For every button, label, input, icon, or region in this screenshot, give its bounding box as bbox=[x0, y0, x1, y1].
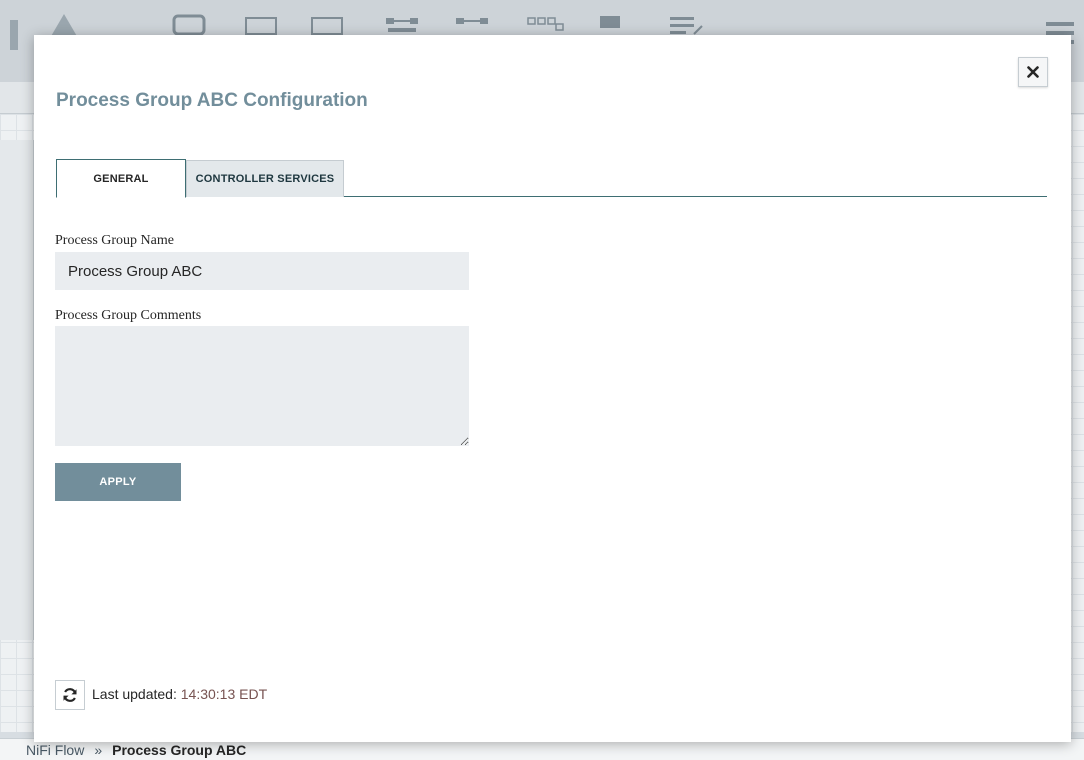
process-group-name-label: Process Group Name bbox=[55, 233, 174, 248]
tab-controller-services[interactable]: CONTROLLER SERVICES bbox=[186, 160, 344, 197]
refresh-button[interactable] bbox=[55, 680, 85, 710]
last-updated-time: 14:30:13 EDT bbox=[180, 686, 268, 702]
dialog-title: Process Group ABC Configuration bbox=[56, 90, 368, 111]
apply-button[interactable]: APPLY bbox=[55, 463, 181, 501]
tab-bar: GENERAL CONTROLLER SERVICES bbox=[56, 159, 1047, 198]
process-group-name-input[interactable] bbox=[55, 252, 469, 290]
last-updated-label: Last updated: bbox=[92, 686, 177, 702]
tab-general[interactable]: GENERAL bbox=[56, 159, 186, 198]
process-group-configuration-dialog: Process Group ABC Configuration GENERAL … bbox=[34, 35, 1071, 742]
refresh-icon bbox=[63, 688, 77, 702]
breadcrumb-separator: » bbox=[94, 742, 103, 758]
operate-panel bbox=[0, 140, 34, 640]
close-icon bbox=[1027, 66, 1039, 78]
close-button[interactable] bbox=[1018, 57, 1048, 87]
last-updated-status: Last updated: 14:30:13 EDT bbox=[92, 686, 267, 702]
process-group-comments-label: Process Group Comments bbox=[55, 308, 202, 323]
process-group-comments-input[interactable] bbox=[55, 326, 469, 446]
breadcrumb-root[interactable]: NiFi Flow bbox=[26, 742, 84, 758]
breadcrumb-current[interactable]: Process Group ABC bbox=[112, 742, 246, 758]
